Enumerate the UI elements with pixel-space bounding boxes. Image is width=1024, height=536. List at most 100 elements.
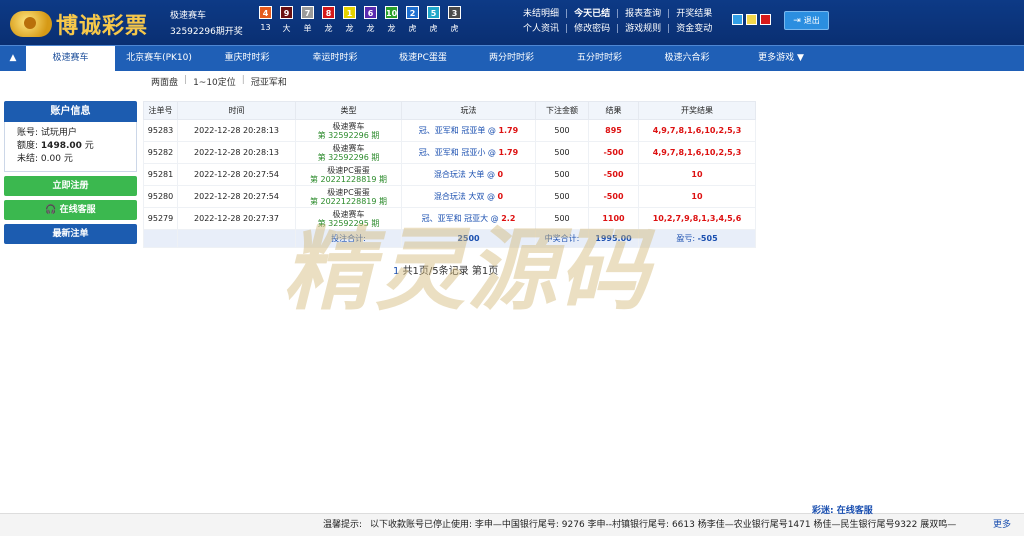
draw-ball-1: 4 13	[255, 6, 276, 34]
ball-number: 1	[343, 6, 356, 19]
site-name: 博诚彩票	[56, 13, 149, 39]
link-separator: |	[565, 9, 569, 19]
bet-table-body: 95283 2022-12-28 20:28:13 极速赛车第 32592296 期…	[143, 119, 756, 230]
nav-tab-8[interactable]: 极速六合彩	[643, 46, 731, 71]
top-link-1-2[interactable]: 今天已结	[574, 7, 610, 22]
bet-time: 2022-12-28 20:28:13	[177, 119, 296, 142]
profit-label: 盈亏:	[676, 234, 696, 243]
link-separator: |	[667, 9, 671, 19]
table-row: 95281 2022-12-28 20:27:54 极速PC蛋蛋第 20221228…	[143, 163, 756, 186]
top-link-2-1[interactable]: 个人资讯	[523, 22, 559, 37]
ball-attribute: 龙	[387, 24, 396, 33]
subnav-item-2[interactable]: 1~10定位	[187, 75, 242, 88]
unsettled-value: 0.00 元	[40, 154, 73, 164]
top-links-row-2: 个人资讯 | 修改密码 | 游戏规则 | 资金变动	[523, 22, 712, 37]
top-link-1-3[interactable]: 报表查询	[625, 7, 661, 22]
ball-attribute: 大	[282, 24, 291, 33]
theme-color-1[interactable]	[732, 14, 743, 25]
ball-attribute: 虎	[429, 24, 438, 33]
watermark: 精灵源码	[283, 218, 651, 323]
bet-type: 极速赛车第 32592296 期	[295, 141, 402, 164]
game-type: 极速PC蛋蛋	[327, 165, 370, 175]
nav-tab-9[interactable]: 更多游戏 ▼	[731, 46, 831, 71]
latest-bets-button[interactable]: 最新注单	[4, 224, 137, 244]
ball-attribute: 龙	[345, 24, 354, 33]
more-link[interactable]: 更多	[993, 514, 1011, 536]
header-draw: 开奖结果	[638, 101, 756, 120]
ball-number: 7	[301, 6, 314, 19]
draw-ball-2: 9大	[276, 6, 297, 34]
sidebar: 账户信息 账号: 试玩用户 额度: 1498.00 元 未结: 0.00 元 立…	[4, 101, 137, 244]
bet-id: 95281	[143, 163, 178, 186]
draw-result: 10,2,7,9,8,1,3,4,5,6	[638, 207, 756, 230]
odds-value: 0	[497, 170, 504, 179]
issue-number: 第 20221228819 期	[309, 196, 388, 206]
nav-collapse-icon[interactable]: ▲	[0, 46, 26, 71]
top-links: 未结明细 | 今天已结 | 报表查询 | 开奖结果 个人资讯 | 修改密码 | 游戏规则 | 资金变动	[523, 7, 712, 37]
ball-number: 2	[406, 6, 419, 19]
nav-tab-5[interactable]: 极速PC蛋蛋	[379, 46, 467, 71]
bet-id: 95280	[143, 185, 178, 208]
issue-number: 第 32592296 期	[317, 152, 380, 162]
issue-text: 32592296期开奖	[170, 27, 243, 37]
account-value: 试玩用户	[40, 128, 77, 138]
top-link-2-3[interactable]: 游戏规则	[625, 22, 661, 37]
nav-tab-4[interactable]: 幸运时时彩	[291, 46, 379, 71]
site-logo[interactable]: 博诚彩票	[10, 8, 148, 40]
bet-id: 95283	[143, 119, 178, 142]
draw-ball-5: 1龙	[339, 6, 360, 34]
odds-value: 1.79	[498, 126, 519, 135]
draw-result: 4,9,7,8,1,6,10,2,5,3	[638, 141, 756, 164]
subnav-item-1[interactable]: 两面盘	[145, 75, 184, 88]
header-type: 类型	[295, 101, 402, 120]
game-name: 极速赛车	[170, 11, 207, 21]
ball-attribute: 龙	[324, 24, 333, 33]
odds-value: 0	[497, 192, 504, 201]
top-link-2-2[interactable]: 修改密码	[574, 22, 610, 37]
header-play: 玩法	[401, 101, 536, 120]
theme-color-3[interactable]	[760, 14, 771, 25]
draw-ball-7: 10 龙	[381, 6, 402, 34]
header-time: 时间	[177, 101, 296, 120]
account-label: 账号:	[17, 128, 39, 138]
top-links-row-1: 未结明细 | 今天已结 | 报表查询 | 开奖结果	[523, 7, 712, 22]
theme-color-2[interactable]	[746, 14, 757, 25]
draw-result: 10	[638, 163, 756, 186]
game-nav: ▲ 极速赛车 北京赛车(PK10) 重庆时时彩 幸运时时彩 极速PC蛋蛋 两分时时彩 五分时…	[0, 45, 1024, 71]
bet-time: 2022-12-28 20:27:37	[177, 207, 296, 230]
footer-notice: 彩迷: 在线客服 温馨提示: 以下收款账号已停止使用: 李申—中国银行尾号: 9…	[0, 506, 1024, 536]
unsettled-row: 未结: 0.00 元	[17, 153, 124, 166]
top-link-2-4[interactable]: 资金变动	[676, 22, 712, 37]
draw-ball-6: 6龙	[360, 6, 381, 34]
logout-label: 退出	[803, 16, 820, 25]
ball-attribute: 龙	[366, 24, 375, 33]
profit-value: -505	[697, 234, 718, 243]
table-row: 95280 2022-12-28 20:27:54 极速PC蛋蛋第 20221228…	[143, 185, 756, 208]
bet-type: 极速PC蛋蛋第 20221228819 期	[295, 163, 402, 186]
quota-value: 1498.00	[40, 141, 82, 151]
draw-ball-9: 5虎	[423, 6, 444, 34]
ball-number: 10	[385, 6, 398, 19]
header-id: 注单号	[143, 101, 178, 120]
bet-result: 895	[588, 119, 639, 142]
logout-button[interactable]: ⇥ 退出	[784, 11, 829, 30]
nav-tab-3[interactable]: 重庆时时彩	[203, 46, 291, 71]
notice-text: 以下收款账号已停止使用: 李申—中国银行尾号: 9276 李申--村镇银行尾号:…	[370, 520, 957, 530]
top-link-1-4[interactable]: 开奖结果	[676, 7, 712, 22]
nav-tab-7[interactable]: 五分时时彩	[556, 46, 643, 71]
subnav-item-3[interactable]: 冠亚军和	[245, 75, 293, 88]
link-separator: |	[565, 24, 569, 34]
nav-tab-6[interactable]: 两分时时彩	[467, 46, 556, 71]
game-type: 极速赛车	[332, 143, 365, 153]
play-name: 冠、亚军和 冠亚小 @	[418, 148, 496, 157]
online-service-button[interactable]: 🎧 在线客服	[4, 200, 137, 220]
nav-tab-1[interactable]: 极速赛车	[26, 46, 115, 71]
nav-tab-2[interactable]: 北京赛车(PK10)	[115, 46, 203, 71]
quota-label: 额度:	[17, 141, 39, 151]
top-link-1-1[interactable]: 未结明细	[523, 7, 559, 22]
draw-ball-10: 3虎	[444, 6, 465, 34]
play-name: 混合玩法 大单 @	[433, 170, 495, 179]
ball-attribute: 单	[303, 24, 312, 33]
ball-attribute: 虎	[450, 24, 459, 33]
register-button[interactable]: 立即注册	[4, 176, 137, 196]
